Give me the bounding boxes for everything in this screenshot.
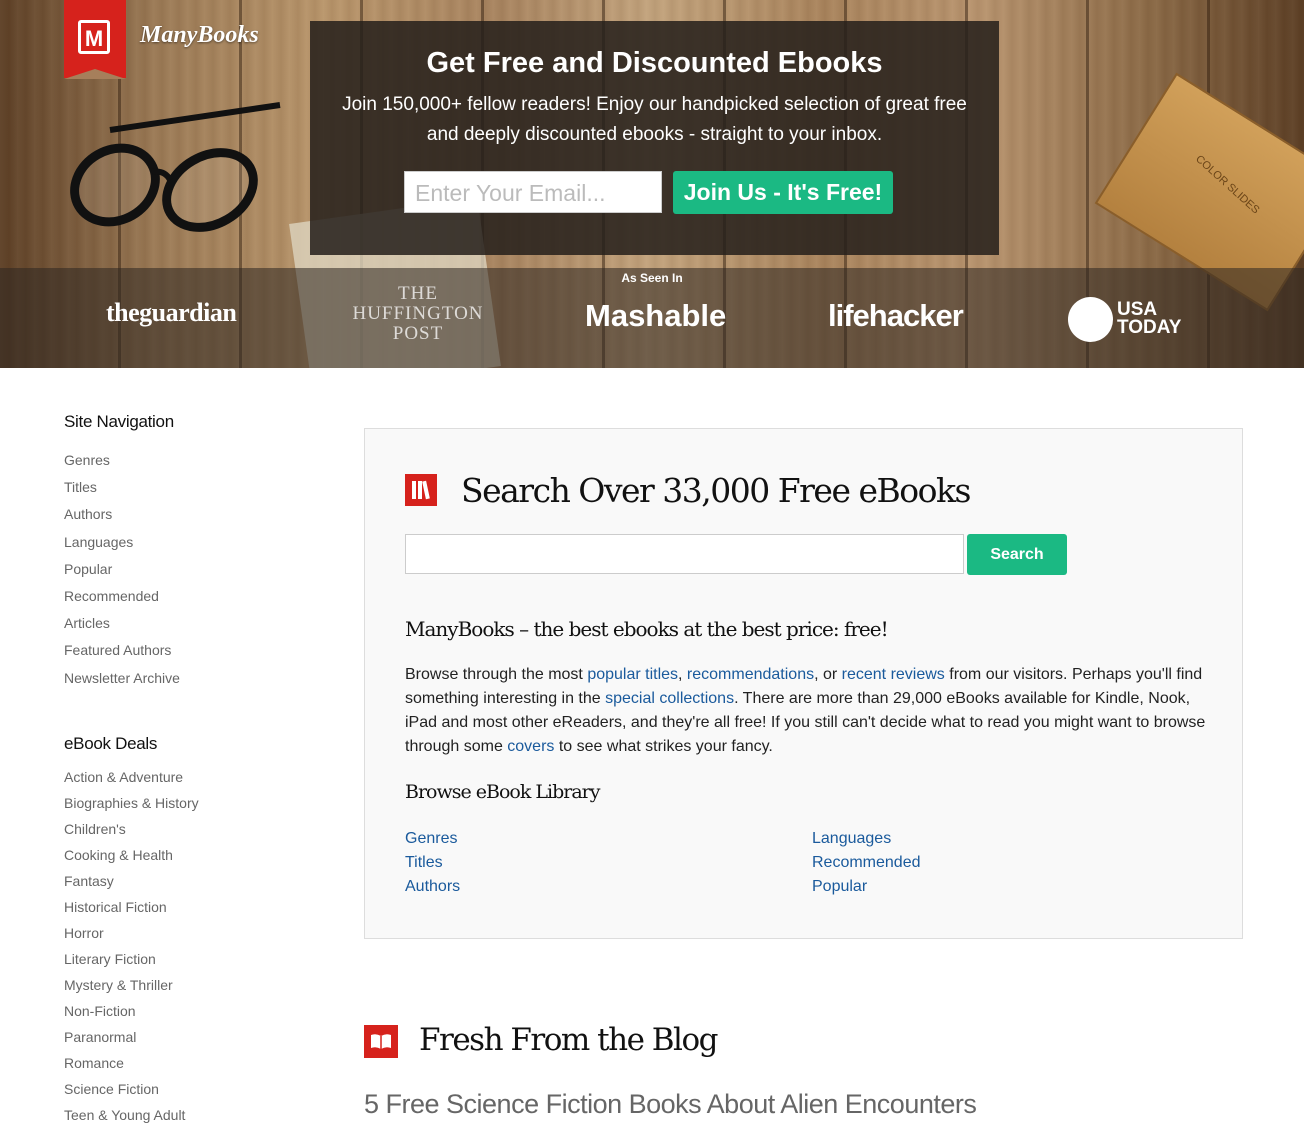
deal-romance[interactable]: Romance	[64, 1055, 124, 1071]
deal-teen-young-adult[interactable]: Teen & Young Adult	[64, 1107, 185, 1123]
blog-post-title[interactable]: 5 Free Science Fiction Books About Alien…	[364, 1089, 977, 1120]
logo-icon: M	[78, 20, 110, 54]
lifehacker-logo: lifehacker	[828, 298, 964, 333]
library-authors-link[interactable]: Authors	[405, 878, 460, 896]
tagline: ManyBooks – the best ebooks at the best …	[405, 617, 889, 641]
newsletter-signup: Get Free and Discounted Ebooks Join 150,…	[310, 21, 999, 255]
ebook-deals-title: eBook Deals	[64, 734, 158, 753]
nav-authors[interactable]: Authors	[64, 506, 112, 522]
open-book-icon	[364, 1025, 398, 1058]
join-button[interactable]: Join Us - It's Free!	[673, 171, 893, 214]
as-seen-in-label: As Seen In	[621, 271, 683, 285]
signup-title: Get Free and Discounted Ebooks	[426, 47, 883, 79]
deal-science-fiction[interactable]: Science Fiction	[64, 1081, 159, 1097]
deal-fantasy[interactable]: Fantasy	[64, 873, 114, 889]
search-input[interactable]	[405, 534, 964, 574]
search-title: Search Over 33,000 Free eBooks	[461, 471, 971, 510]
nav-featured-authors[interactable]: Featured Authors	[64, 642, 171, 658]
brand-name[interactable]: ManyBooks	[140, 22, 259, 49]
email-input[interactable]: Enter Your Email...	[404, 171, 662, 213]
deal-literary-fiction[interactable]: Literary Fiction	[64, 951, 156, 967]
library-titles-link[interactable]: Titles	[405, 854, 443, 872]
books-icon	[405, 474, 437, 506]
site-navigation-title: Site Navigation	[64, 412, 174, 431]
recommendations-link[interactable]: recommendations	[687, 666, 814, 683]
mashable-logo: Mashable	[585, 298, 727, 333]
press-strip: As Seen In theguardian THE HUFFINGTON PO…	[0, 268, 1304, 368]
library-recommended-link[interactable]: Recommended	[812, 854, 921, 872]
huffington-post-logo: THE HUFFINGTON POST	[352, 283, 484, 344]
deal-cooking-health[interactable]: Cooking & Health	[64, 847, 173, 863]
special-collections-link[interactable]: special collections	[605, 690, 734, 707]
library-languages-link[interactable]: Languages	[812, 830, 891, 848]
search-panel: Search Over 33,000 Free eBooks Search Ma…	[364, 428, 1243, 939]
deal-mystery-thriller[interactable]: Mystery & Thriller	[64, 977, 173, 993]
blog-title: Fresh From the Blog	[419, 1022, 718, 1058]
nav-titles[interactable]: Titles	[64, 479, 97, 495]
deal-childrens[interactable]: Children's	[64, 821, 126, 837]
popular-titles-link[interactable]: popular titles	[587, 666, 678, 683]
nav-newsletter-archive[interactable]: Newsletter Archive	[64, 670, 180, 686]
nav-languages[interactable]: Languages	[64, 534, 133, 550]
library-genres-link[interactable]: Genres	[405, 830, 457, 848]
deal-horror[interactable]: Horror	[64, 925, 104, 941]
glasses-image	[70, 102, 281, 232]
intro-paragraph: Browse through the most popular titles, …	[405, 666, 1206, 755]
deal-biographies-history[interactable]: Biographies & History	[64, 795, 199, 811]
deal-non-fiction[interactable]: Non-Fiction	[64, 1003, 136, 1019]
deal-action-adventure[interactable]: Action & Adventure	[64, 769, 183, 785]
deal-paranormal[interactable]: Paranormal	[64, 1029, 136, 1045]
browse-library-title: Browse eBook Library	[405, 781, 601, 803]
covers-link[interactable]: covers	[507, 738, 554, 755]
nav-articles[interactable]: Articles	[64, 615, 110, 631]
nav-popular[interactable]: Popular	[64, 561, 112, 577]
usa-today-logo: USA TODAY	[1117, 299, 1182, 338]
site-logo[interactable]: M	[64, 0, 126, 79]
recent-reviews-link[interactable]: recent reviews	[842, 666, 945, 683]
nav-genres[interactable]: Genres	[64, 452, 110, 468]
hero-banner: COLOR SLIDES M ManyBooks Get Free and Di…	[0, 0, 1304, 368]
guardian-logo: theguardian	[106, 298, 237, 327]
library-popular-link[interactable]: Popular	[812, 878, 867, 896]
deal-historical-fiction[interactable]: Historical Fiction	[64, 899, 167, 915]
search-button[interactable]: Search	[967, 534, 1067, 575]
usa-today-dot-icon	[1068, 297, 1113, 342]
signup-text: Join 150,000+ fellow readers! Enjoy our …	[342, 94, 967, 145]
nav-recommended[interactable]: Recommended	[64, 588, 159, 604]
